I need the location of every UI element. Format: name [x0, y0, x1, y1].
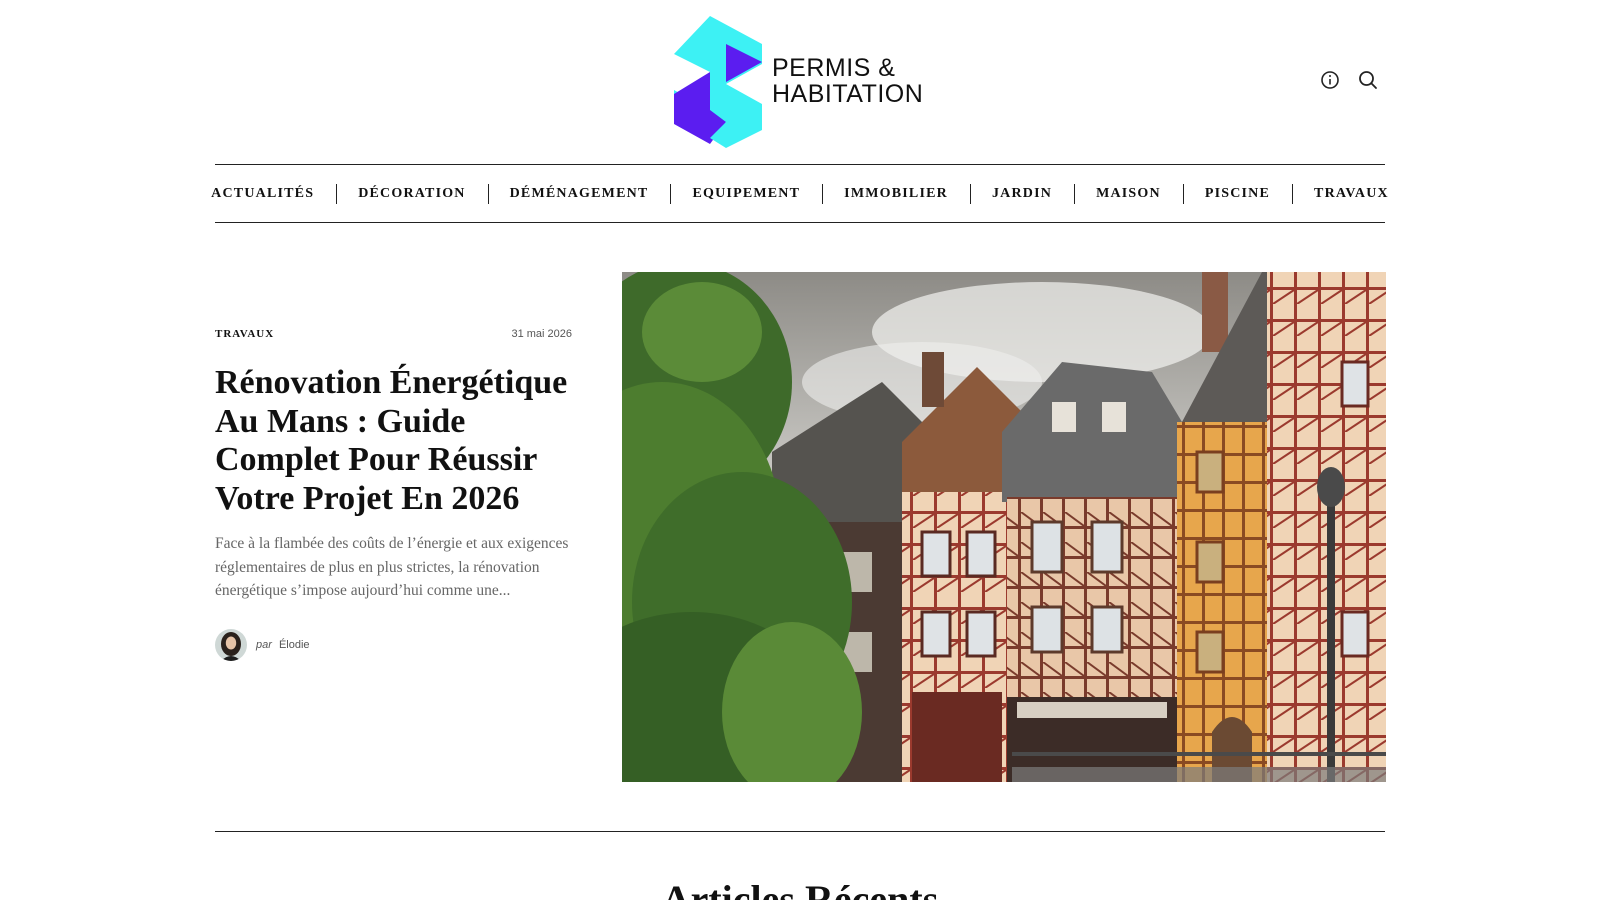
nav-item-jardin[interactable]: JARDIN — [969, 183, 1074, 204]
section-divider — [215, 831, 1385, 832]
nav-item-equipement[interactable]: EQUIPEMENT — [670, 183, 822, 204]
avatar-portrait-icon — [215, 628, 247, 661]
author-byline: par Élodie — [256, 639, 310, 651]
featured-category[interactable]: TRAVAUX — [215, 328, 274, 340]
nav-item-travaux[interactable]: TRAVAUX — [1292, 183, 1411, 204]
recent-articles-title: Articles Récents — [661, 877, 939, 900]
site-header: PERMIS & HABITATION — [0, 0, 1600, 160]
author-prefix: par — [256, 638, 272, 651]
featured-meta: TRAVAUX 31 mai 2026 — [215, 328, 572, 340]
featured-date: 31 mai 2026 — [511, 328, 572, 340]
logo-line-2: HABITATION — [772, 80, 924, 108]
main-nav: ACTUALITÉS DÉCORATION DÉMÉNAGEMENT EQUIP… — [211, 164, 1388, 223]
featured-article: TRAVAUX 31 mai 2026 Rénovation Énergétiq… — [215, 328, 572, 661]
author-avatar[interactable] — [215, 628, 247, 661]
info-icon[interactable] — [1320, 70, 1340, 90]
featured-author: par Élodie — [215, 628, 572, 661]
nav-item-decoration[interactable]: DÉCORATION — [336, 183, 487, 204]
search-icon[interactable] — [1358, 70, 1378, 90]
featured-image[interactable] — [622, 272, 1386, 782]
nav-item-piscine[interactable]: PISCINE — [1182, 183, 1292, 204]
nav-item-maison[interactable]: MAISON — [1074, 183, 1183, 204]
nav-item-demenagement[interactable]: DÉMÉNAGEMENT — [487, 183, 671, 204]
featured-title[interactable]: Rénovation Énergétique Au Mans : Guide C… — [215, 364, 572, 518]
header-actions — [1320, 70, 1378, 90]
logo-mark-icon — [674, 16, 762, 148]
featured-excerpt: Face à la flambée des coûts de l’énergie… — [215, 535, 569, 599]
author-name[interactable]: Élodie — [279, 639, 310, 651]
logo-wordmark: PERMIS & HABITATION — [772, 55, 923, 107]
logo-line-1: PERMIS & — [772, 54, 896, 82]
timber-houses-photo — [622, 272, 1386, 782]
site-logo[interactable]: PERMIS & HABITATION — [670, 14, 923, 148]
nav-item-actualites[interactable]: ACTUALITÉS — [189, 186, 336, 202]
nav-item-immobilier[interactable]: IMMOBILIER — [822, 183, 970, 204]
